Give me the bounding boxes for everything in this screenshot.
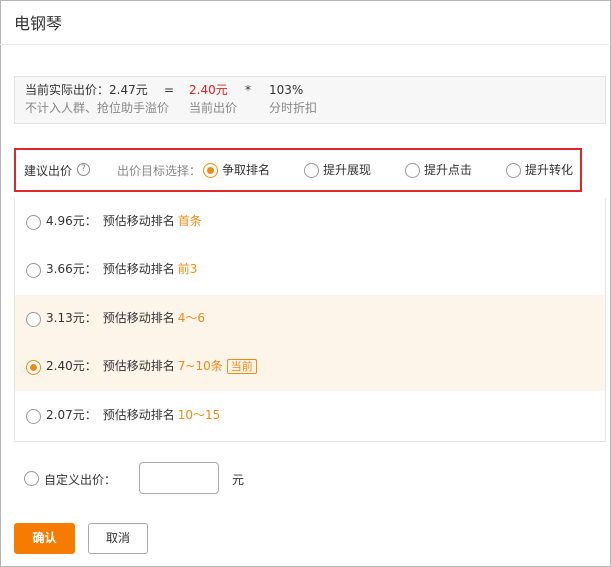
equals-sign: = bbox=[164, 83, 174, 98]
radio-icon[interactable] bbox=[26, 312, 41, 327]
rank-row-text: 2.07元： 预估移动排名 10～15 bbox=[46, 408, 220, 423]
price-summary: 当前实际出价：2.47元 不计入人群、抢位助手溢价 = 2.40元 当前出价 *… bbox=[14, 76, 606, 124]
radio-icon[interactable] bbox=[26, 360, 41, 375]
rank-price: 4.96元： bbox=[46, 214, 97, 228]
actual-price-label: 当前实际出价：2.47元 bbox=[25, 83, 148, 97]
target-option-label: 提升展现 bbox=[323, 163, 372, 177]
rank-row[interactable]: 3.13元： 预估移动排名 4～6 bbox=[15, 295, 605, 343]
bid-target-label: 出价目标选择： bbox=[117, 164, 202, 178]
radio-icon[interactable] bbox=[26, 215, 41, 230]
rank-row-current[interactable]: 2.40元： 预估移动排名 7~10条 当前 bbox=[15, 343, 605, 391]
rank-price: 3.13元： bbox=[46, 311, 97, 325]
target-option-label: 提升转化 bbox=[525, 163, 574, 177]
radio-icon[interactable] bbox=[405, 163, 420, 178]
rank-row-text: 3.66元： 预估移动排名 前3 bbox=[46, 262, 197, 277]
equals-glyph: = bbox=[164, 83, 175, 97]
radio-icon[interactable] bbox=[24, 471, 39, 486]
radio-icon[interactable] bbox=[304, 163, 319, 178]
rank-estimate-label: 预估移动排名 bbox=[102, 262, 175, 276]
rank-row-text: 3.13元： 预估移动排名 4～6 bbox=[46, 311, 205, 326]
rank-estimate-label: 预估移动排名 bbox=[102, 408, 175, 422]
multiply-glyph: * bbox=[245, 83, 251, 97]
current-badge: 当前 bbox=[226, 359, 257, 374]
suggested-bid-label: 建议出价 bbox=[24, 164, 73, 178]
actual-price-note: 不计入人群、抢位助手溢价 bbox=[25, 101, 170, 115]
help-icon[interactable]: ? bbox=[77, 163, 90, 176]
rank-row[interactable]: 4.96元： 预估移动排名 首条 bbox=[15, 198, 605, 246]
confirm-button[interactable]: 确认 bbox=[14, 523, 75, 554]
radio-icon[interactable] bbox=[26, 409, 41, 424]
discount-col: 103% 分时折扣 bbox=[269, 83, 317, 116]
discount-value: 103% bbox=[269, 83, 304, 97]
rank-row[interactable]: 3.66元： 预估移动排名 前3 bbox=[15, 246, 605, 294]
discount-note: 分时折扣 bbox=[269, 101, 318, 115]
title-divider bbox=[0, 44, 611, 45]
multiply-sign: * bbox=[245, 83, 251, 98]
actual-price-col: 当前实际出价：2.47元 不计入人群、抢位助手溢价 bbox=[25, 83, 169, 116]
rank-position: 7~10条 bbox=[177, 359, 223, 373]
rank-position: 4～6 bbox=[177, 311, 206, 325]
bid-target-selector: 建议出价 ? 出价目标选择： 争取排名 提升展现 提升点击 提升转化 bbox=[14, 148, 582, 192]
rank-price: 3.66元： bbox=[46, 262, 97, 276]
rank-estimate-label: 预估移动排名 bbox=[102, 359, 175, 373]
rank-row[interactable]: 2.07元： 预估移动排名 10～15 bbox=[15, 392, 605, 440]
rank-price: 2.40元： bbox=[46, 359, 97, 373]
current-price-value: 2.40元 bbox=[189, 83, 228, 97]
custom-bid-unit: 元 bbox=[232, 473, 245, 487]
rank-row-text: 2.40元： 预估移动排名 7~10条 当前 bbox=[46, 359, 257, 374]
rank-price: 2.07元： bbox=[46, 408, 97, 422]
radio-icon[interactable] bbox=[203, 163, 218, 178]
dialog-title: 电钢琴 bbox=[14, 14, 63, 33]
radio-icon[interactable] bbox=[506, 163, 521, 178]
cancel-button[interactable]: 取消 bbox=[88, 523, 148, 554]
custom-bid-input[interactable] bbox=[139, 462, 219, 494]
rank-row-text: 4.96元： 预估移动排名 首条 bbox=[46, 214, 202, 229]
rank-estimate-label: 预估移动排名 bbox=[102, 311, 175, 325]
rank-estimate-label: 预估移动排名 bbox=[102, 214, 175, 228]
rank-options-list: 4.96元： 预估移动排名 首条 3.66元： 预估移动排名 前3 3.13元： 预估移动… bbox=[14, 198, 606, 442]
current-price-note: 当前出价 bbox=[189, 101, 238, 115]
rank-position: 首条 bbox=[177, 214, 202, 228]
radio-icon[interactable] bbox=[26, 263, 41, 278]
rank-position: 前3 bbox=[177, 262, 198, 276]
current-price-col: 2.40元 当前出价 bbox=[189, 83, 237, 116]
rank-position: 10～15 bbox=[177, 408, 221, 422]
target-option-label: 提升点击 bbox=[424, 163, 473, 177]
custom-bid-label: 自定义出价： bbox=[44, 473, 117, 487]
target-option-label: 争取排名 bbox=[222, 163, 271, 177]
